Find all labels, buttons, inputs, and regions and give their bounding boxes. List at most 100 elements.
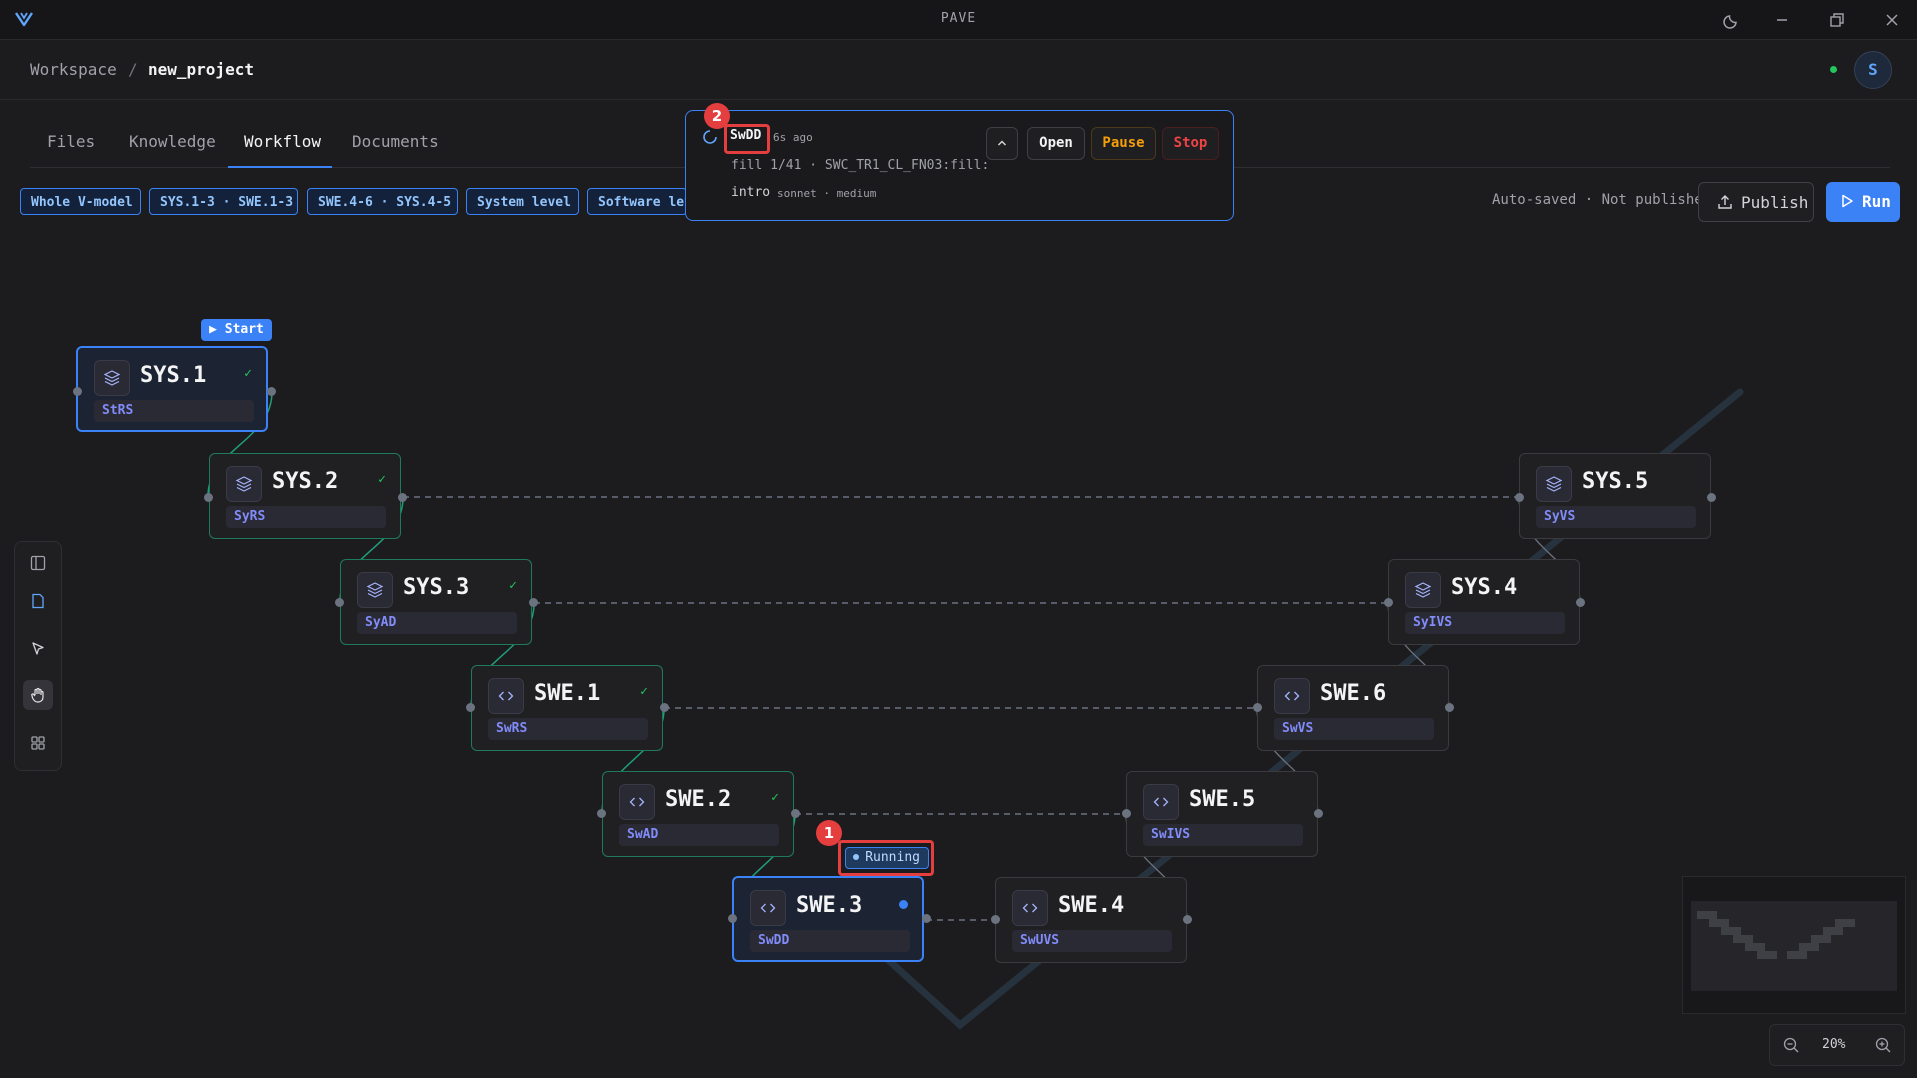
avatar[interactable]: S xyxy=(1854,51,1892,89)
node-port[interactable] xyxy=(1314,809,1323,818)
zoom-in-icon[interactable] xyxy=(1874,1036,1892,1058)
node-port[interactable] xyxy=(1515,493,1524,502)
canvas-toolbar xyxy=(14,541,62,771)
node-doc-label: StRS xyxy=(94,400,254,422)
chevron-up-icon xyxy=(996,135,1008,151)
node-doc-label: SyAD xyxy=(357,612,517,634)
node-port[interactable] xyxy=(1576,598,1585,607)
node-port[interactable] xyxy=(1445,703,1454,712)
code-icon xyxy=(750,890,786,926)
job-progress: fill 1/41 · SWC_TR1_CL_FN03:fill: xyxy=(731,158,990,173)
open-button[interactable]: Open xyxy=(1027,127,1085,160)
node-doc-label: SwVS xyxy=(1274,718,1434,740)
title-bar: PAVE xyxy=(0,0,1917,40)
code-icon xyxy=(1012,890,1048,926)
node-title: SWE.6 xyxy=(1320,681,1387,706)
breadcrumb-workspace[interactable]: Workspace xyxy=(30,60,117,79)
node-port[interactable] xyxy=(204,493,213,502)
highlight-box-running xyxy=(838,840,934,876)
grid-layout-icon[interactable] xyxy=(23,728,53,758)
node-port[interactable] xyxy=(335,598,344,607)
node-title: SWE.1 xyxy=(534,681,601,706)
node-port[interactable] xyxy=(991,915,1000,924)
node-doc-label: SwRS xyxy=(488,718,648,740)
restore-icon[interactable] xyxy=(1827,10,1847,34)
filter-whole-v-model[interactable]: Whole V-model xyxy=(20,188,141,215)
node-swe-4[interactable]: SWE.4 SwUVS xyxy=(995,877,1187,963)
check-icon: ✓ xyxy=(771,790,779,805)
tab-knowledge[interactable]: Knowledge xyxy=(129,132,216,151)
minimap[interactable] xyxy=(1682,876,1906,1014)
node-sys-4[interactable]: SYS.4 SyIVS xyxy=(1388,559,1580,645)
node-title: SWE.3 xyxy=(796,893,863,918)
node-sys-1[interactable]: SYS.1 ✓ StRS xyxy=(76,346,268,432)
layers-icon xyxy=(226,466,262,502)
node-port[interactable] xyxy=(728,914,737,923)
node-title: SWE.4 xyxy=(1058,893,1125,918)
highlight-box-job-name xyxy=(724,124,770,154)
node-swe-3[interactable]: SWE.3 SwDD xyxy=(732,876,924,962)
collapse-button[interactable] xyxy=(986,127,1018,160)
node-port[interactable] xyxy=(1707,493,1716,502)
node-doc-label: SyIVS xyxy=(1405,612,1565,634)
close-icon[interactable] xyxy=(1882,10,1902,34)
node-port[interactable] xyxy=(791,809,800,818)
play-icon: ▶ xyxy=(209,322,217,337)
node-swe-6[interactable]: SWE.6 SwVS xyxy=(1257,665,1449,751)
node-port[interactable] xyxy=(922,914,931,923)
tab-workflow[interactable]: Workflow xyxy=(244,132,321,151)
node-swe-5[interactable]: SWE.5 SwIVS xyxy=(1126,771,1318,857)
tab-documents[interactable]: Documents xyxy=(352,132,439,151)
node-doc-label: SwUVS xyxy=(1012,930,1172,952)
filter-software-level[interactable]: Software lev xyxy=(587,188,687,215)
publish-label: Publish xyxy=(1741,193,1809,212)
publish-button[interactable]: Publish xyxy=(1698,182,1814,222)
pointer-icon[interactable] xyxy=(23,634,53,664)
start-label: Start xyxy=(224,322,264,337)
node-port[interactable] xyxy=(398,493,407,502)
zoom-controls: 20% xyxy=(1769,1024,1905,1066)
node-doc-label: SwAD xyxy=(619,824,779,846)
breadcrumb-project: new_project xyxy=(148,60,254,79)
node-swe-2[interactable]: SWE.2 ✓ SwAD xyxy=(602,771,794,857)
node-port[interactable] xyxy=(529,598,538,607)
node-port[interactable] xyxy=(1253,703,1262,712)
node-port[interactable] xyxy=(267,387,276,396)
filter-swe4-6-sys4-5[interactable]: SWE.4-6 · SYS.4-5 xyxy=(307,188,458,215)
job-phase: intro xyxy=(731,185,771,200)
layers-icon xyxy=(357,572,393,608)
node-port[interactable] xyxy=(1122,809,1131,818)
document-icon[interactable] xyxy=(23,586,53,616)
tab-files[interactable]: Files xyxy=(47,132,95,151)
node-sys-2[interactable]: SYS.2 ✓ SyRS xyxy=(209,453,401,539)
theme-toggle-icon[interactable] xyxy=(1722,10,1742,34)
node-port[interactable] xyxy=(660,703,669,712)
node-port[interactable] xyxy=(597,809,606,818)
pause-button[interactable]: Pause xyxy=(1091,127,1156,160)
stop-button[interactable]: Stop xyxy=(1162,127,1219,160)
node-port[interactable] xyxy=(73,387,82,396)
node-port[interactable] xyxy=(1384,598,1393,607)
filter-system-level[interactable]: System level xyxy=(466,188,579,215)
node-sys-5[interactable]: SYS.5 SyVS xyxy=(1519,453,1711,539)
check-icon: ✓ xyxy=(378,472,386,487)
active-tab-indicator xyxy=(228,166,332,168)
code-icon xyxy=(1274,678,1310,714)
node-sys-3[interactable]: SYS.3 ✓ SyAD xyxy=(340,559,532,645)
toggle-panel-icon[interactable] xyxy=(23,548,53,578)
minimize-icon[interactable] xyxy=(1772,10,1792,34)
zoom-level: 20% xyxy=(1822,1037,1846,1052)
filter-sys1-3-swe1-3[interactable]: SYS.1-3 · SWE.1-3 xyxy=(149,188,298,215)
zoom-out-icon[interactable] xyxy=(1782,1036,1800,1058)
node-swe-1[interactable]: SWE.1 ✓ SwRS xyxy=(471,665,663,751)
node-port[interactable] xyxy=(466,703,475,712)
start-badge: ▶ Start xyxy=(201,319,272,341)
node-title: SYS.3 xyxy=(403,575,470,600)
hand-pan-icon[interactable] xyxy=(23,680,53,710)
node-title: SWE.2 xyxy=(665,787,732,812)
upload-icon xyxy=(1717,194,1733,214)
node-port[interactable] xyxy=(1183,915,1192,924)
node-doc-label: SyVS xyxy=(1536,506,1696,528)
run-button[interactable]: Run xyxy=(1826,182,1900,222)
code-icon xyxy=(619,784,655,820)
